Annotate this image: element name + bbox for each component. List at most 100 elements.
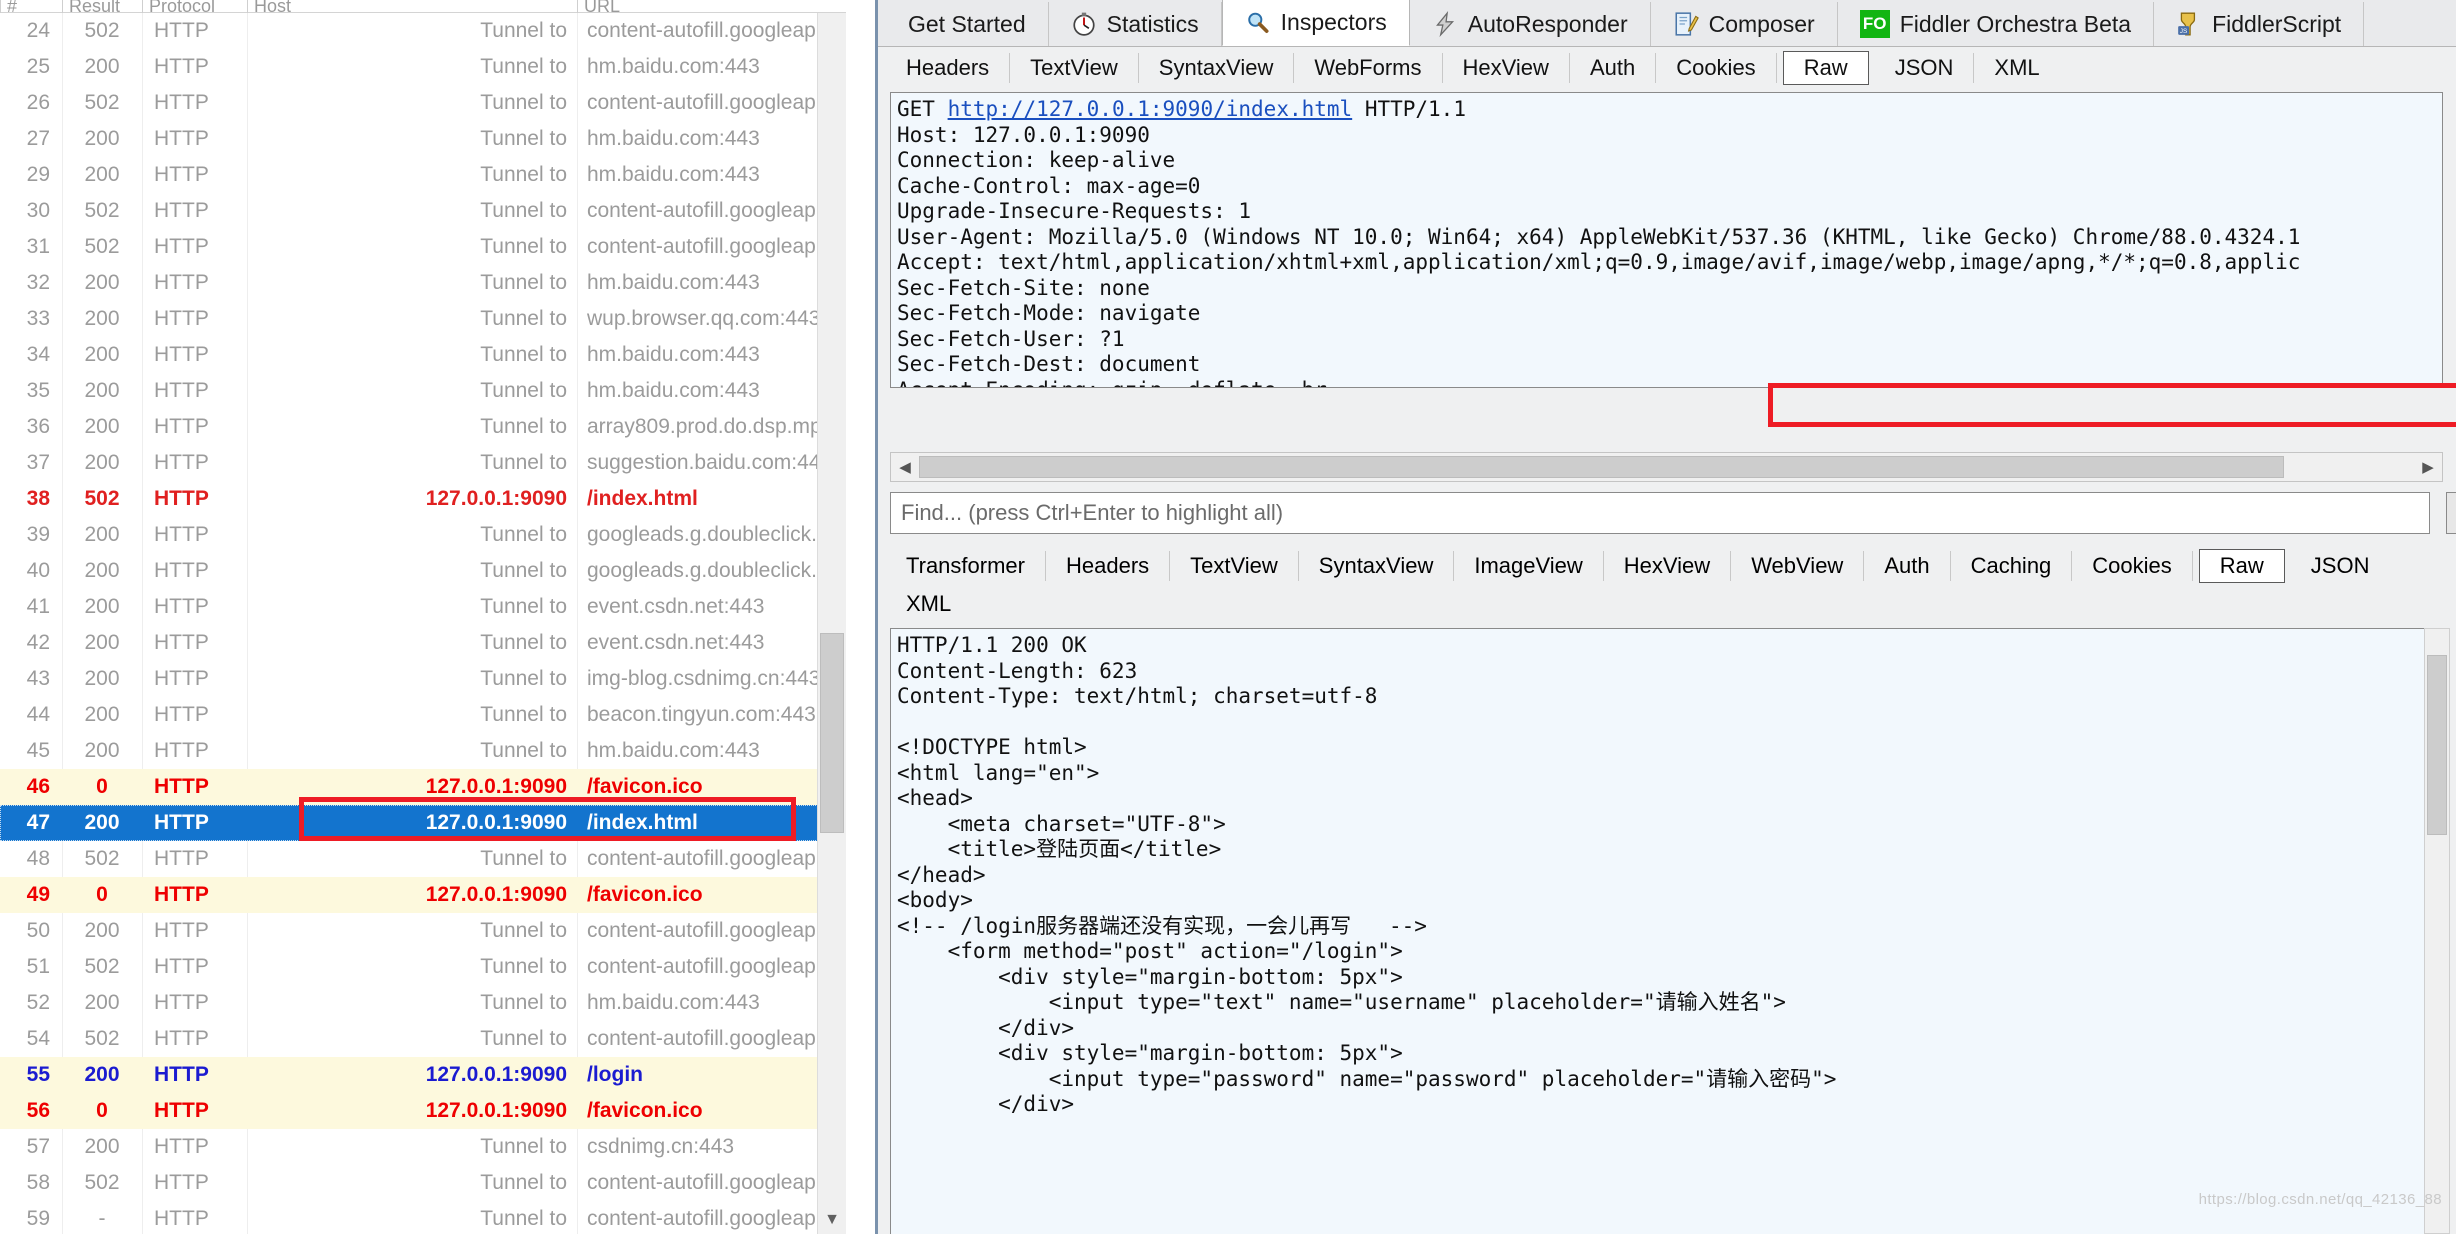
request-tab-textview[interactable]: TextView — [1010, 53, 1139, 83]
request-tab-hexview[interactable]: HexView — [1443, 53, 1570, 83]
session-row[interactable]: 52200HTTPTunnel tohm.baidu.com:443 — [0, 985, 840, 1021]
column-header--[interactable]: # — [0, 0, 62, 13]
response-vertical-scrollbar[interactable] — [2424, 628, 2450, 1234]
session-cell-url: array809.prod.do.dsp.mp... — [577, 415, 840, 439]
session-cell-host: 127.0.0.1:9090 — [247, 883, 577, 907]
response-inspector-tab-strip-row2[interactable]: XML — [886, 584, 2456, 624]
session-cell-result: 200 — [62, 379, 142, 403]
response-tab-json[interactable]: JSON — [2291, 551, 2390, 581]
main-tab-fiddlerscript[interactable]: JSFiddlerScript — [2154, 2, 2364, 46]
response-tab-imageview[interactable]: ImageView — [1454, 551, 1603, 581]
scroll-right-arrow-icon[interactable]: ▶ — [2414, 453, 2442, 481]
session-row[interactable]: 26502HTTPTunnel tocontent-autofill.googl… — [0, 85, 840, 121]
request-inspector-tab-strip[interactable]: HeadersTextViewSyntaxViewWebFormsHexView… — [886, 48, 2456, 88]
request-tab-json[interactable]: JSON — [1875, 53, 1975, 83]
session-row[interactable]: 44200HTTPTunnel tobeacon.tingyun.com:443 — [0, 697, 840, 733]
session-row[interactable]: 560HTTP127.0.0.1:9090/favicon.ico — [0, 1093, 840, 1129]
session-row[interactable]: 42200HTTPTunnel toevent.csdn.net:443 — [0, 625, 840, 661]
response-tab-raw[interactable]: Raw — [2199, 549, 2285, 583]
response-tab-headers[interactable]: Headers — [1046, 551, 1170, 581]
session-row[interactable]: 35200HTTPTunnel tohm.baidu.com:443 — [0, 373, 840, 409]
session-row[interactable]: 460HTTP127.0.0.1:9090/favicon.ico — [0, 769, 840, 805]
session-row[interactable]: 59-HTTPTunnel tocontent-autofill.googlea… — [0, 1201, 840, 1234]
sessions-vertical-scrollbar[interactable]: ▼ — [817, 13, 846, 1234]
session-row[interactable]: 37200HTTPTunnel tosuggestion.baidu.com:4… — [0, 445, 840, 481]
request-raw-view[interactable]: GET http://127.0.0.1:9090/index.html HTT… — [890, 92, 2443, 388]
request-tab-xml[interactable]: XML — [1974, 53, 2059, 83]
fiddler-orchestra-icon: FO — [1860, 10, 1890, 38]
sessions-column-header[interactable]: #ResultProtocolHostURL — [0, 0, 875, 13]
response-inspector-tab-strip-row1[interactable]: TransformerHeadersTextViewSyntaxViewImag… — [886, 546, 2456, 586]
session-row[interactable]: 36200HTTPTunnel toarray809.prod.do.dsp.m… — [0, 409, 840, 445]
session-cell-id: 51 — [0, 955, 62, 979]
response-tab-xml[interactable]: XML — [886, 589, 971, 619]
scrollbar-thumb[interactable] — [820, 633, 844, 833]
column-header-host[interactable]: Host — [247, 0, 577, 13]
main-tab-composer[interactable]: Composer — [1651, 2, 1838, 46]
session-row[interactable]: 41200HTTPTunnel toevent.csdn.net:443 — [0, 589, 840, 625]
session-row[interactable]: 50200HTTPTunnel tocontent-autofill.googl… — [0, 913, 840, 949]
session-row[interactable]: 54502HTTPTunnel tocontent-autofill.googl… — [0, 1021, 840, 1057]
response-tab-cookies[interactable]: Cookies — [2072, 551, 2192, 581]
response-tab-hexview[interactable]: HexView — [1604, 551, 1731, 581]
response-scrollbar-thumb[interactable] — [2427, 655, 2447, 835]
main-tab-label: Statistics — [1107, 11, 1199, 38]
request-tab-cookies[interactable]: Cookies — [1656, 53, 1776, 83]
scroll-left-arrow-icon[interactable]: ◀ — [891, 453, 919, 481]
session-cell-result: 200 — [62, 343, 142, 367]
view-in-notepad-button[interactable]: View in Notepad — [2446, 492, 2456, 534]
session-row[interactable]: 43200HTTPTunnel toimg-blog.csdnimg.cn:44… — [0, 661, 840, 697]
session-row[interactable]: 40200HTTPTunnel togoogleads.g.doubleclic… — [0, 553, 840, 589]
main-tab-get-started[interactable]: Get Started — [886, 2, 1049, 46]
session-row[interactable]: 32200HTTPTunnel tohm.baidu.com:443 — [0, 265, 840, 301]
request-tab-syntaxview[interactable]: SyntaxView — [1139, 53, 1295, 83]
request-tab-raw[interactable]: Raw — [1783, 51, 1869, 85]
request-url-link[interactable]: http://127.0.0.1:9090/index.html — [948, 97, 1353, 121]
main-tab-fiddler-orchestra-beta[interactable]: FOFiddler Orchestra Beta — [1838, 2, 2154, 46]
session-row[interactable]: 51502HTTPTunnel tocontent-autofill.googl… — [0, 949, 840, 985]
request-tab-headers[interactable]: Headers — [886, 53, 1010, 83]
session-row[interactable]: 48502HTTPTunnel tocontent-autofill.googl… — [0, 841, 840, 877]
main-tab-autoresponder[interactable]: AutoResponder — [1410, 2, 1651, 46]
session-row[interactable]: 38502HTTP127.0.0.1:9090/index.html — [0, 481, 840, 517]
request-horizontal-scrollbar[interactable]: ◀ ▶ — [890, 452, 2443, 482]
response-tab-syntaxview[interactable]: SyntaxView — [1299, 551, 1455, 581]
response-raw-view[interactable]: HTTP/1.1 200 OKContent-Length: 623Conten… — [890, 628, 2443, 1234]
sessions-rows-container[interactable]: 24502HTTPTunnel tocontent-autofill.googl… — [0, 13, 840, 1234]
session-row[interactable]: 490HTTP127.0.0.1:9090/favicon.ico — [0, 877, 840, 913]
session-row[interactable]: 25200HTTPTunnel tohm.baidu.com:443 — [0, 49, 840, 85]
session-row[interactable]: 31502HTTPTunnel tocontent-autofill.googl… — [0, 229, 840, 265]
main-tab-strip[interactable]: Get Started Statistics InspectorsAutoRespo… — [878, 0, 2456, 47]
session-row[interactable]: 30502HTTPTunnel tocontent-autofill.googl… — [0, 193, 840, 229]
response-tab-webview[interactable]: WebView — [1731, 551, 1864, 581]
column-header-url[interactable]: URL — [577, 0, 840, 13]
request-tab-auth[interactable]: Auth — [1570, 53, 1656, 83]
sessions-list-pane[interactable]: #ResultProtocolHostURL 24502HTTPTunnel t… — [0, 0, 875, 1234]
session-row[interactable]: 55200HTTP127.0.0.1:9090/login — [0, 1057, 840, 1093]
h-scrollbar-thumb[interactable] — [919, 456, 2284, 478]
session-cell-host: Tunnel to — [247, 415, 577, 439]
find-input[interactable]: Find... (press Ctrl+Enter to highlight a… — [890, 492, 2430, 534]
response-tab-caching[interactable]: Caching — [1951, 551, 2073, 581]
request-tab-webforms[interactable]: WebForms — [1294, 53, 1442, 83]
session-row[interactable]: 33200HTTPTunnel towup.browser.qq.com:443 — [0, 301, 840, 337]
response-tab-auth[interactable]: Auth — [1864, 551, 1950, 581]
find-bar[interactable]: Find... (press Ctrl+Enter to highlight a… — [890, 492, 2456, 534]
session-row[interactable]: 24502HTTPTunnel tocontent-autofill.googl… — [0, 13, 840, 49]
session-row[interactable]: 57200HTTPTunnel tocsdnimg.cn:443 — [0, 1129, 840, 1165]
response-tab-transformer[interactable]: Transformer — [886, 551, 1046, 581]
session-row[interactable]: 29200HTTPTunnel tohm.baidu.com:443 — [0, 157, 840, 193]
session-row[interactable]: 58502HTTPTunnel tocontent-autofill.googl… — [0, 1165, 840, 1201]
main-tab-statistics[interactable]: Statistics — [1049, 2, 1222, 46]
scroll-down-arrow-icon[interactable]: ▼ — [818, 1205, 846, 1234]
session-row[interactable]: 34200HTTPTunnel tohm.baidu.com:443 — [0, 337, 840, 373]
session-row[interactable]: 47200HTTP127.0.0.1:9090/index.html — [0, 805, 840, 841]
session-cell-url: wup.browser.qq.com:443 — [577, 307, 840, 331]
session-row[interactable]: 45200HTTPTunnel tohm.baidu.com:443 — [0, 733, 840, 769]
session-row[interactable]: 39200HTTPTunnel togoogleads.g.doubleclic… — [0, 517, 840, 553]
column-header-result[interactable]: Result — [62, 0, 142, 13]
response-tab-textview[interactable]: TextView — [1170, 551, 1299, 581]
session-row[interactable]: 27200HTTPTunnel tohm.baidu.com:443 — [0, 121, 840, 157]
main-tab-inspectors[interactable]: Inspectors — [1222, 0, 1410, 46]
column-header-protocol[interactable]: Protocol — [142, 0, 247, 13]
